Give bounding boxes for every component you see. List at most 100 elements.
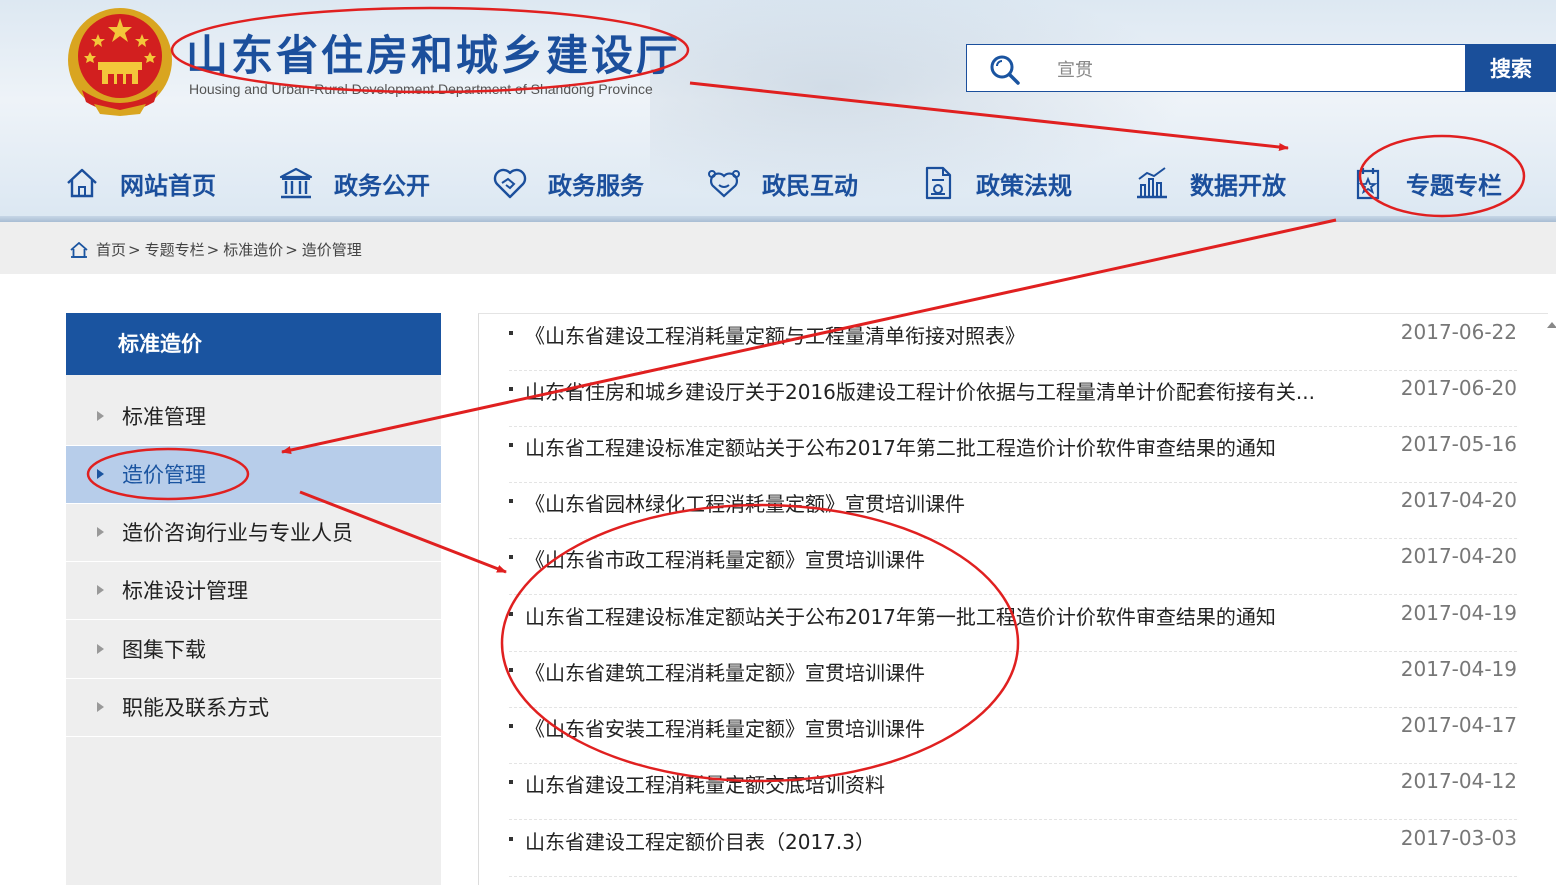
list-item[interactable]: 山东省建设工程消耗量定额交底培训资料 2017-04-12 [509,763,1517,820]
bullet-icon [509,780,513,784]
sidebar-item-label: 标准管理 [122,405,206,429]
breadcrumb-separator: > [128,240,141,259]
list-item[interactable]: 山东省工程建设标准定额站关于公布2017年第二批工程造价计价软件审查结果的通知 … [509,426,1517,483]
article-list: 《山东省建设工程消耗量定额与工程量清单衔接对照表》 2017-06-22 山东省… [478,313,1548,885]
nav-label: 政民互动 [762,171,858,200]
list-item[interactable]: 《山东省建筑工程消耗量定额》宣贯培训课件 2017-04-19 [509,651,1517,708]
article-title[interactable]: 《山东省园林绿化工程消耗量定额》宣贯培训课件 [525,488,1365,517]
sidebar-item-contact[interactable]: 职能及联系方式 [66,679,441,737]
bullet-icon [509,724,513,728]
article-date: 2017-03-03 [1400,826,1517,850]
data-chart-icon [1137,167,1167,199]
breadcrumb-bar: 首页 > 专题专栏 > 标准造价 > 造价管理 [0,222,1556,274]
nav-public-interaction[interactable]: 政民互动 [706,155,858,211]
list-item[interactable]: 山东省建设工程定额价目表（2017.3） 2017-03-03 [509,820,1517,877]
sidebar-item-label: 职能及联系方式 [122,696,269,720]
sidebar-item-label: 造价咨询行业与专业人员 [122,521,353,545]
article-date: 2017-04-19 [1400,657,1517,681]
breadcrumb-separator: > [206,240,220,259]
bullet-icon [509,837,513,841]
nav-label: 政策法规 [976,171,1072,200]
article-date: 2017-06-22 [1400,320,1517,344]
search-box [966,44,1466,92]
caret-right-icon [97,644,104,654]
article-date: 2017-05-16 [1400,432,1517,456]
sidebar: 标准造价 标准管理 造价管理 造价咨询行业与专业人员 标准设计管理 图集下载 职… [66,313,441,885]
article-date: 2017-06-20 [1400,376,1517,400]
article-date: 2017-04-17 [1400,713,1517,737]
home-icon [70,241,88,258]
sidebar-item-standard-design[interactable]: 标准设计管理 [66,562,441,620]
scroll-up-icon[interactable] [1547,322,1556,328]
search-input[interactable] [1055,53,1449,85]
sidebar-title: 标准造价 [66,313,441,375]
sidebar-item-cost-consulting[interactable]: 造价咨询行业与专业人员 [66,504,441,562]
site-header: 山东省住房和城乡建设厅 Housing and Urban-Rural Deve… [0,0,1556,222]
sidebar-item-label: 造价管理 [122,463,206,487]
nav-special-topics[interactable]: 专题专栏 [1350,155,1502,211]
article-date: 2017-04-20 [1400,544,1517,568]
nav-open-data[interactable]: 数据开放 [1134,155,1286,211]
article-title[interactable]: 山东省工程建设标准定额站关于公布2017年第二批工程造价计价软件审查结果的通知 [525,432,1365,461]
bullet-icon [509,499,513,503]
sidebar-item-label: 图集下载 [122,638,206,662]
breadcrumb-standard-cost[interactable]: 标准造价 [223,239,283,260]
article-date: 2017-04-19 [1400,601,1517,625]
site-subtitle: Housing and Urban-Rural Development Depa… [189,81,653,97]
national-emblem-icon [68,8,172,116]
handshake-heart-icon [493,168,527,199]
caret-right-icon [97,702,104,712]
article-title[interactable]: 《山东省建筑工程消耗量定额》宣贯培训课件 [525,657,1365,686]
nav-government-affairs[interactable]: 政务公开 [278,155,430,211]
bullet-icon [509,331,513,335]
caret-right-icon [97,411,104,421]
list-item[interactable]: 山东省住房和城乡建设厅关于2016版建设工程计价依据与工程量清单计价配套衔接有关… [509,370,1517,427]
sidebar-item-standard-management[interactable]: 标准管理 [66,388,441,446]
bullet-icon [509,555,513,559]
article-title[interactable]: 《山东省安装工程消耗量定额》宣贯培训课件 [525,713,1365,742]
breadcrumb-special-topics[interactable]: 专题专栏 [145,239,205,260]
interaction-icon [708,170,740,198]
government-building-icon [279,167,313,199]
bullet-icon [509,443,513,447]
main-nav: 网站首页 政务公开 政务服务 政民互动 政策法规 数据开放 专题专栏 [0,155,1556,211]
bullet-icon [509,612,513,616]
caret-right-icon [97,585,104,595]
list-item[interactable]: 《山东省安装工程消耗量定额》宣贯培训课件 2017-04-17 [509,707,1517,764]
nav-label: 网站首页 [120,171,216,200]
article-title[interactable]: 山东省住房和城乡建设厅关于2016版建设工程计价依据与工程量清单计价配套衔接有关… [525,376,1365,405]
sidebar-item-cost-management[interactable]: 造价管理 [66,446,441,504]
article-date: 2017-04-20 [1400,488,1517,512]
article-title[interactable]: 山东省工程建设标准定额站关于公布2017年第一批工程造价计价软件审查结果的通知 [525,601,1365,630]
list-item[interactable]: 《山东省建设工程消耗量定额与工程量清单衔接对照表》 2017-06-22 [509,314,1517,371]
article-title[interactable]: 山东省建设工程定额价目表（2017.3） [525,826,1365,855]
list-item[interactable]: 山东省工程建设标准定额站关于公布2017年第一批工程造价计价软件审查结果的通知 … [509,595,1517,652]
bullet-icon [509,387,513,391]
nav-policies-regulations[interactable]: 政策法规 [920,155,1072,211]
article-date: 2017-04-12 [1400,769,1517,793]
search-icon[interactable] [989,54,1021,86]
nav-label: 专题专栏 [1406,171,1502,200]
caret-right-icon [97,527,104,537]
article-title[interactable]: 山东省建设工程消耗量定额交底培训资料 [525,769,1365,798]
list-item[interactable]: 《山东省市政工程消耗量定额》宣贯培训课件 2017-04-20 [509,538,1517,595]
site-title: 山东省住房和城乡建设厅 [186,31,682,80]
sidebar-item-atlas-download[interactable]: 图集下载 [66,621,441,679]
nav-label: 数据开放 [1190,171,1286,200]
breadcrumb-current: 造价管理 [301,241,362,259]
article-title[interactable]: 《山东省市政工程消耗量定额》宣贯培训课件 [525,544,1365,573]
nav-home[interactable]: 网站首页 [64,155,216,211]
star-document-icon [1356,168,1380,200]
caret-right-icon [97,469,104,479]
nav-label: 政务公开 [334,171,430,200]
article-title[interactable]: 《山东省建设工程消耗量定额与工程量清单衔接对照表》 [525,320,1365,349]
breadcrumb: 首页 > 专题专栏 > 标准造价 > 造价管理 [70,239,362,260]
bullet-icon [509,668,513,672]
home-icon [67,168,97,198]
nav-label: 政务服务 [548,171,644,200]
list-item[interactable]: 《山东省园林绿化工程消耗量定额》宣贯培训课件 2017-04-20 [509,482,1517,539]
search-button[interactable]: 搜索 [1466,44,1556,92]
nav-government-services[interactable]: 政务服务 [492,155,644,211]
breadcrumb-home[interactable]: 首页 [96,239,126,260]
document-icon [925,166,952,200]
